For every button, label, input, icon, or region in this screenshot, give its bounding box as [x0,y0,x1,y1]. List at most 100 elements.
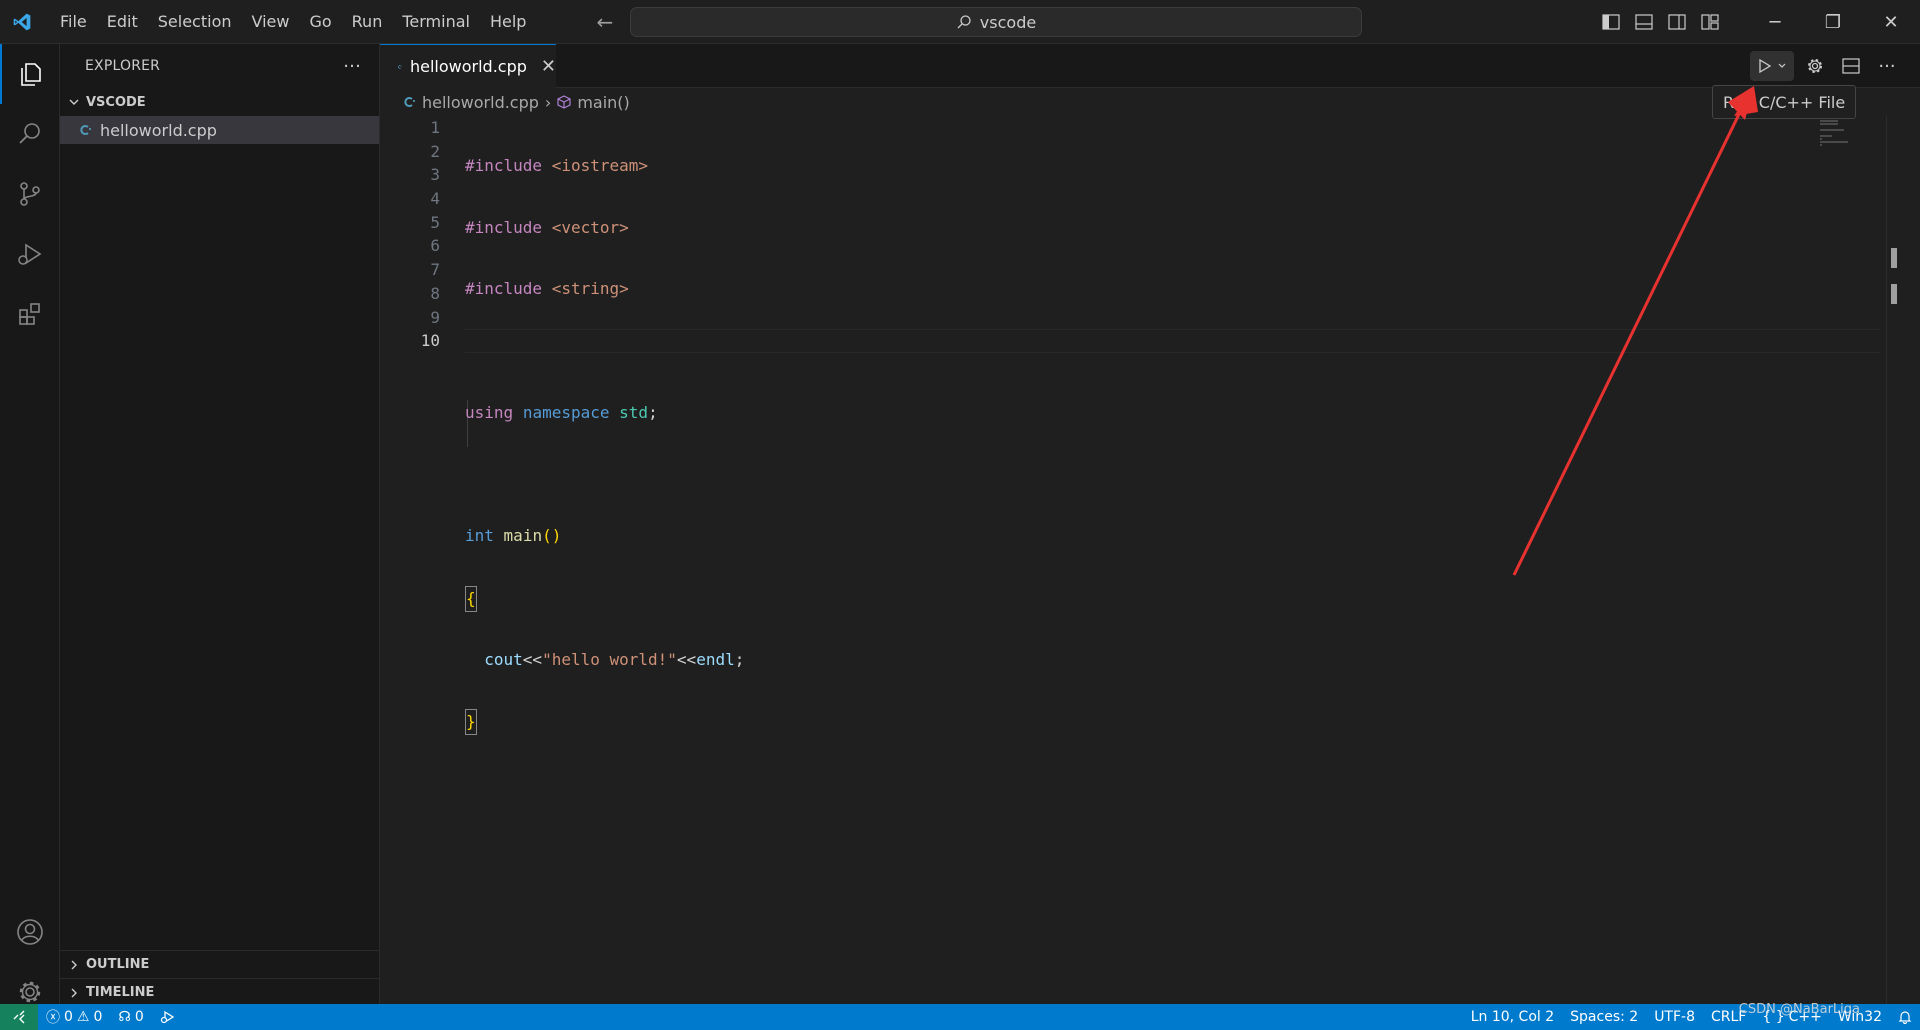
line-number: 2 [430,141,440,161]
vertical-scrollbar[interactable] [1886,116,1900,1004]
search-sidebar-icon[interactable] [0,104,60,164]
minimap[interactable] [1820,116,1880,147]
back-arrow-icon[interactable]: ← [596,10,613,34]
notifications-bell-icon[interactable] [1890,1004,1920,1030]
outline-label: OUTLINE [86,957,150,972]
encoding[interactable]: UTF-8 [1646,1004,1703,1030]
outline-section[interactable]: OUTLINE [60,950,380,978]
overview-ruler-mark [1891,284,1897,304]
code-token: } [465,709,477,735]
code-line-9: cout<<"hello world!"<<endl; [465,648,744,672]
more-actions-icon[interactable]: ··· [1872,51,1902,81]
ports-count: 0 [134,1009,144,1025]
code-token: using [465,402,514,422]
run-cpp-file-button[interactable] [1750,51,1794,81]
accounts-icon[interactable] [0,902,60,962]
problems-indicator[interactable]: ⓧ 0 ⚠ 0 [38,1004,110,1030]
code-token: std [619,402,649,422]
file-item-helloworld[interactable]: helloworld.cpp [60,116,379,144]
error-count: 0 [64,1009,73,1025]
code-token: { [465,585,477,612]
settings-gear-icon[interactable] [1800,51,1830,81]
run-and-debug-icon[interactable] [0,224,60,284]
code-lines: #include <iostream> #include <vector> #i… [465,116,744,771]
folder-section-vscode[interactable]: VSCODE [60,88,379,116]
close-tab-icon[interactable]: ✕ [541,56,556,77]
split-editor-icon[interactable] [1836,51,1866,81]
menu-go[interactable]: Go [299,0,341,44]
menu-help[interactable]: Help [480,0,536,44]
code-token: ; [648,402,658,422]
cpp-file-icon [80,125,91,135]
code-line-8: { [465,585,744,612]
code-token: int [465,526,494,546]
title-bar: File Edit Selection View Go Run Terminal… [0,0,1920,44]
minimize-icon[interactable]: ─ [1746,0,1804,44]
sidebar-title: EXPLORER [85,58,161,74]
code-line-7: int main() [465,524,744,548]
run-file-tooltip: Run C/C++ File [1712,85,1857,119]
breadcrumb-symbol[interactable]: main() [577,93,629,112]
breadcrumb: helloworld.cpp › main() [380,88,630,116]
code-line-1: #include <iostream> [465,154,744,178]
command-center-search[interactable]: vscode [630,7,1362,37]
code-token: <vector> [551,217,629,237]
extensions-icon[interactable] [0,284,60,344]
folder-name: VSCODE [86,94,146,110]
title-right-controls: ─ ❐ ✕ [1594,0,1920,44]
chevron-down-icon [1778,63,1786,68]
code-line-10: } [465,709,744,735]
close-window-icon[interactable]: ✕ [1862,0,1920,44]
code-token: endl [696,649,735,669]
method-cube-icon [557,95,571,109]
sidebar-header: EXPLORER ··· [60,44,379,88]
command-center-label: vscode [979,12,1037,32]
menu-edit[interactable]: Edit [97,0,148,44]
error-icon: ⓧ [46,1010,60,1026]
restore-icon[interactable]: ❐ [1804,0,1862,44]
toggle-panel-icon[interactable] [1627,0,1660,44]
breadcrumb-file[interactable]: helloworld.cpp [422,93,539,112]
line-number: 3 [430,165,440,185]
line-number: 4 [430,189,440,209]
menu-file[interactable]: File [50,0,97,44]
toggle-secondary-sidebar-icon[interactable] [1660,0,1693,44]
debug-launch-icon[interactable] [152,1004,184,1030]
cpp-file-icon [398,64,402,69]
line-number: 7 [430,260,440,280]
ports-indicator[interactable]: ☊ 0 [110,1004,151,1030]
line-number: 6 [430,236,440,256]
indentation[interactable]: Spaces: 2 [1562,1004,1646,1030]
code-line-5: using namespace std; [465,401,744,425]
overview-ruler-mark [1891,248,1897,268]
cursor-position[interactable]: Ln 10, Col 2 [1463,1004,1562,1030]
code-editor[interactable]: 1 2 3 4 5 6 7 8 9 10 #include <iostream>… [380,116,1900,1004]
menu-terminal[interactable]: Terminal [392,0,480,44]
code-token: namespace [522,402,610,422]
menu-view[interactable]: View [242,0,300,44]
code-token: #include [465,279,543,299]
warning-count: 0 [93,1009,103,1025]
customize-layout-icon[interactable] [1693,0,1726,44]
timeline-section[interactable]: TIMELINE [60,978,380,1006]
menu-selection[interactable]: Selection [148,0,242,44]
explorer-icon[interactable] [0,44,60,104]
source-control-icon[interactable] [0,164,60,224]
remote-icon [13,1010,25,1024]
tab-helloworld[interactable]: helloworld.cpp ✕ [380,44,556,88]
code-line-3: #include <string> [465,277,744,301]
menu-run[interactable]: Run [342,0,393,44]
toggle-primary-sidebar-icon[interactable] [1594,0,1627,44]
code-token: () [542,526,562,546]
timeline-label: TIMELINE [86,985,155,1000]
code-token: << [676,649,697,669]
more-actions-icon[interactable]: ··· [343,56,361,77]
file-name: helloworld.cpp [100,120,217,140]
chevron-right-icon [71,960,77,969]
remote-indicator[interactable] [0,1004,38,1030]
chevron-down-icon [69,99,79,105]
line-number: 1 [430,118,440,137]
code-token: main [503,526,543,546]
tab-label: helloworld.cpp [409,57,527,76]
